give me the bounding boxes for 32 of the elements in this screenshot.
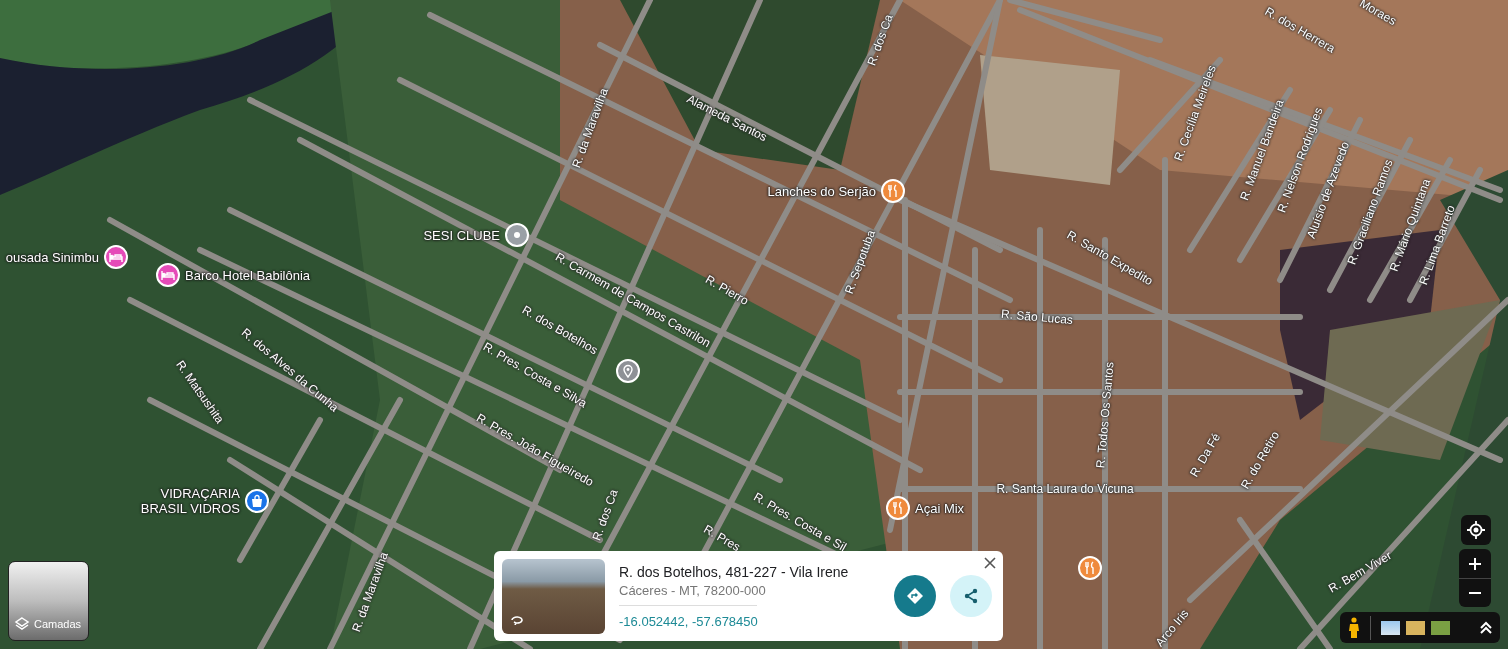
plus-icon [1469, 557, 1481, 570]
street-label: R. Santa Laura do Vicuna [996, 482, 1134, 496]
map-type-thumbnail[interactable] [1406, 620, 1425, 635]
coordinates-link[interactable]: -16.052442, -57.678450 [619, 613, 874, 629]
place-label[interactable]: VIDRAÇARIA BRASIL VIDROS [140, 486, 240, 516]
place-label[interactable]: Barco Hotel Babilônia [185, 267, 311, 283]
photo-placeholder[interactable] [502, 558, 605, 634]
place-label[interactable]: ousada Sinimbu [5, 249, 99, 265]
street-label: R. Todos Os Santos [1093, 361, 1117, 469]
street-label: R. Da Fé [1186, 430, 1224, 480]
directions-button[interactable] [894, 575, 936, 617]
map-type-thumbnail[interactable] [1381, 620, 1400, 635]
street-label: R. dos Ca [589, 487, 621, 543]
map-type-thumbnail[interactable] [1431, 620, 1450, 635]
place-label[interactable]: Lanches do Serjão [767, 183, 876, 199]
directions-icon [906, 587, 924, 605]
place-label[interactable]: SESI CLUBE [423, 227, 500, 243]
place-address: Cáceres - MT, 78200-000 [619, 582, 767, 598]
close-icon[interactable] [984, 557, 996, 569]
street-label: R. São Lucas [1000, 306, 1074, 328]
crosshair-icon [1467, 521, 1485, 539]
street-label: R. dos Ca [864, 12, 896, 68]
share-icon [962, 587, 980, 605]
street-label: R. Pres [701, 521, 743, 555]
my-location-button[interactable] [1461, 515, 1491, 545]
double-chevron-up-icon[interactable] [1480, 620, 1492, 635]
street-view-person-icon[interactable] [1348, 616, 1360, 639]
place-label[interactable]: Açai Mix [915, 500, 965, 516]
street-label: R. Bem Viver [1326, 548, 1394, 596]
place-title: R. dos Botelhos, 481-227 - Vila Irene [619, 563, 850, 580]
share-button[interactable] [950, 575, 992, 617]
layers-icon [14, 616, 30, 632]
